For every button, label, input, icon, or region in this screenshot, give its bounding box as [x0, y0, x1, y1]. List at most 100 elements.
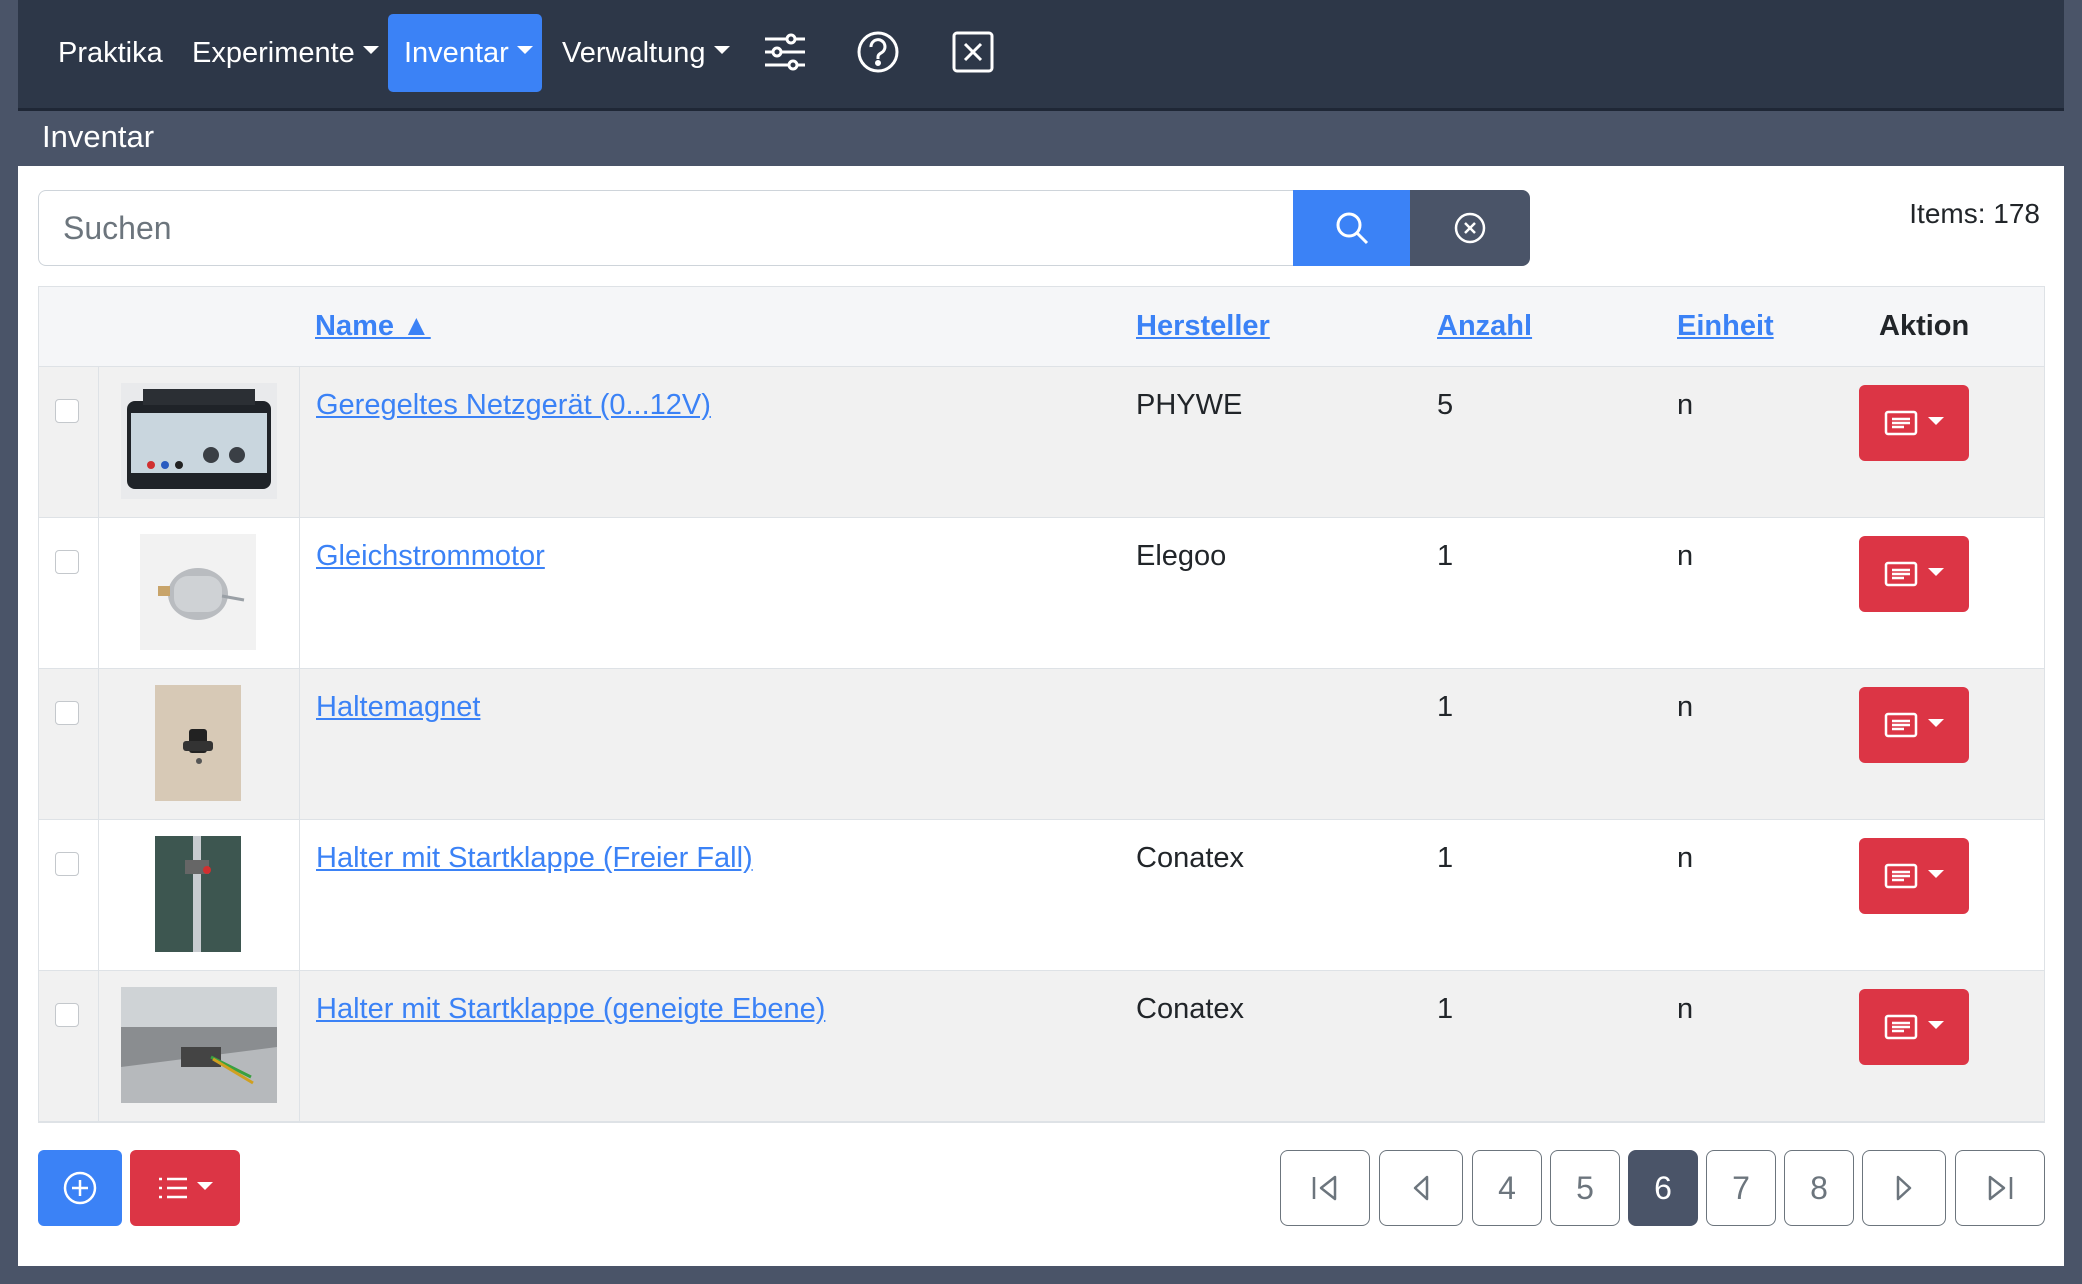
- sort-unit-link[interactable]: Einheit: [1677, 310, 1774, 343]
- add-item-button[interactable]: [38, 1150, 122, 1226]
- item-name-link[interactable]: Geregeltes Netzgerät (0...12V): [316, 389, 711, 422]
- header-manufacturer[interactable]: Hersteller: [1136, 287, 1270, 366]
- row-action-button[interactable]: [1859, 385, 1969, 461]
- items-count: Items: 178: [1909, 198, 2040, 229]
- nav-inventar[interactable]: Inventar: [388, 14, 542, 92]
- bulk-actions-button[interactable]: [130, 1150, 240, 1226]
- nav-inventar-label: Inventar: [404, 36, 509, 69]
- search-input[interactable]: [38, 190, 1293, 266]
- item-unit: n: [1677, 389, 1694, 421]
- header-count[interactable]: Anzahl: [1437, 287, 1532, 366]
- item-name-link[interactable]: Haltemagnet: [316, 691, 480, 724]
- main-content: Items: 178 Name ▲ Hersteller Anzahl Einh…: [18, 166, 2064, 1266]
- list-icon: [1884, 712, 1918, 738]
- item-thumbnail: [121, 383, 277, 499]
- close-square-icon[interactable]: [945, 24, 1001, 80]
- checklist-icon: [159, 1177, 187, 1199]
- chevron-down-icon: [1928, 719, 1944, 727]
- clear-search-button[interactable]: [1410, 190, 1530, 266]
- nav-verwaltung[interactable]: Verwaltung: [546, 14, 746, 92]
- close-circle-icon: [1454, 212, 1486, 244]
- row-action-button[interactable]: [1859, 536, 1969, 612]
- table-row: Gleichstrommotor Elegoo 1 n: [39, 518, 2044, 669]
- item-unit: n: [1677, 842, 1694, 874]
- inventory-table: Name ▲ Hersteller Anzahl Einheit Aktion: [38, 286, 2045, 1123]
- search-icon: [1336, 212, 1368, 245]
- item-name-link[interactable]: Gleichstrommotor: [316, 540, 545, 573]
- chevron-down-icon: [1928, 1021, 1944, 1029]
- nav-verwaltung-label: Verwaltung: [562, 36, 706, 69]
- item-count: 1: [1437, 842, 1454, 874]
- item-name-link[interactable]: Halter mit Startklappe (geneigte Ebene): [316, 993, 825, 1026]
- row-checkbox[interactable]: [55, 1003, 79, 1027]
- item-count: 1: [1437, 540, 1454, 572]
- sort-name-link[interactable]: Name ▲: [315, 310, 431, 343]
- row-action-button[interactable]: [1859, 687, 1969, 763]
- list-icon: [1884, 410, 1918, 436]
- item-manufacturer: Elegoo: [1136, 540, 1227, 572]
- item-count: 1: [1437, 993, 1454, 1025]
- item-name-link[interactable]: Halter mit Startklappe (Freier Fall): [316, 842, 753, 875]
- chevron-left-icon: [1413, 1175, 1429, 1201]
- row-checkbox[interactable]: [55, 701, 79, 725]
- item-thumbnail: [155, 836, 241, 952]
- app-frame: Praktika Experimente Inventar Verwaltung: [18, 0, 2064, 1266]
- table-row: Halter mit Startklappe (Freier Fall) Con…: [39, 820, 2044, 971]
- list-icon: [1884, 1014, 1918, 1040]
- page-4-button[interactable]: 4: [1472, 1150, 1542, 1226]
- page-header: Inventar: [18, 111, 2064, 166]
- chevron-down-icon: [1928, 417, 1944, 425]
- last-page-button[interactable]: [1955, 1150, 2045, 1226]
- nav-experimente[interactable]: Experimente: [176, 14, 395, 92]
- chevron-down-icon: [1928, 568, 1944, 576]
- item-thumbnail: [155, 685, 241, 801]
- list-icon: [1884, 863, 1918, 889]
- page-5-button[interactable]: 5: [1550, 1150, 1620, 1226]
- page-7-button[interactable]: 7: [1706, 1150, 1776, 1226]
- search-bar: [38, 190, 1550, 266]
- sort-manufacturer-link[interactable]: Hersteller: [1136, 310, 1270, 343]
- table-row: Geregeltes Netzgerät (0...12V) PHYWE 5 n: [39, 367, 2044, 518]
- page-8-button[interactable]: 8: [1784, 1150, 1854, 1226]
- item-thumbnail: [121, 987, 277, 1103]
- row-action-button[interactable]: [1859, 838, 1969, 914]
- next-page-button[interactable]: [1862, 1150, 1946, 1226]
- skip-first-icon: [1312, 1175, 1337, 1201]
- header-unit[interactable]: Einheit: [1677, 287, 1774, 366]
- chevron-right-icon: [1896, 1175, 1912, 1201]
- first-page-button[interactable]: [1280, 1150, 1370, 1226]
- item-unit: n: [1677, 691, 1694, 723]
- item-thumbnail: [140, 534, 256, 650]
- table-row: Haltemagnet 1 n: [39, 669, 2044, 820]
- row-checkbox[interactable]: [55, 852, 79, 876]
- page-6-button[interactable]: 6: [1628, 1150, 1698, 1226]
- nav-praktika[interactable]: Praktika: [42, 14, 179, 92]
- chevron-down-icon: [362, 46, 379, 54]
- top-navbar: Praktika Experimente Inventar Verwaltung: [18, 0, 2064, 111]
- prev-page-button[interactable]: [1379, 1150, 1463, 1226]
- item-manufacturer: PHYWE: [1136, 389, 1243, 421]
- search-button[interactable]: [1293, 190, 1410, 266]
- item-unit: n: [1677, 540, 1694, 572]
- sliders-icon[interactable]: [757, 24, 813, 80]
- header-action: Aktion: [1879, 310, 1970, 342]
- row-checkbox[interactable]: [55, 399, 79, 423]
- skip-last-icon: [1988, 1175, 2013, 1201]
- chevron-down-icon: [197, 1182, 213, 1190]
- table-row: Halter mit Startklappe (geneigte Ebene) …: [39, 971, 2044, 1122]
- nav-experimente-label: Experimente: [192, 36, 355, 69]
- chevron-down-icon: [713, 46, 730, 54]
- row-checkbox[interactable]: [55, 550, 79, 574]
- item-manufacturer: Conatex: [1136, 993, 1245, 1025]
- page-title: Inventar: [42, 119, 155, 154]
- row-action-button[interactable]: [1859, 989, 1969, 1065]
- help-circle-icon[interactable]: [850, 24, 906, 80]
- chevron-down-icon: [1928, 870, 1944, 878]
- plus-circle-icon: [63, 1171, 97, 1205]
- sort-count-link[interactable]: Anzahl: [1437, 310, 1532, 343]
- chevron-down-icon: [516, 46, 533, 54]
- list-icon: [1884, 561, 1918, 587]
- table-header: Name ▲ Hersteller Anzahl Einheit Aktion: [39, 287, 2044, 367]
- header-name[interactable]: Name ▲: [315, 287, 431, 366]
- item-count: 5: [1437, 389, 1454, 421]
